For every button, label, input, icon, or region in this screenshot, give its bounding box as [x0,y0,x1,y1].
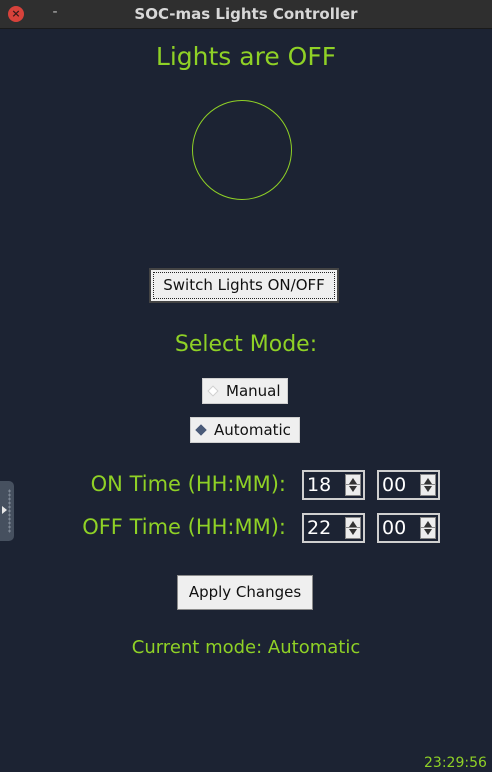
expand-arrow-icon [2,506,7,514]
mode-automatic-label: Automatic [214,421,291,439]
spin-divider [421,527,435,528]
spin-divider [346,484,360,485]
off-hour-spin-arrows[interactable] [345,517,361,539]
on-hour-spinbox[interactable]: 18 [302,470,365,500]
lights-status-text: Lights are OFF [155,42,337,71]
on-hour-value: 18 [307,474,332,496]
spin-down-icon[interactable] [349,486,357,492]
drag-dots-icon [8,489,11,533]
spin-down-icon[interactable] [424,486,432,492]
spin-down-icon[interactable] [349,529,357,535]
mode-manual-label: Manual [226,382,281,400]
mode-automatic-radio[interactable]: Automatic [190,417,300,443]
radio-unselected-icon [207,385,219,397]
on-hour-spin-arrows[interactable] [345,474,361,496]
mode-manual-radio[interactable]: Manual [202,378,288,404]
light-status-circle [192,100,292,200]
on-time-label: ON Time (HH:MM): [90,472,286,496]
off-hour-value: 22 [307,517,332,539]
off-minute-value: 00 [382,517,407,539]
radio-selected-icon [195,424,207,436]
window-title: SOC-mas Lights Controller [134,5,358,23]
select-mode-label: Select Mode: [174,332,318,357]
current-mode-text: Current mode: Automatic [131,637,361,658]
side-panel-handle[interactable] [0,481,14,541]
switch-lights-button[interactable]: Switch Lights ON/OFF [149,268,339,303]
spin-down-icon[interactable] [424,529,432,535]
off-minute-spin-arrows[interactable] [420,517,436,539]
apply-changes-button[interactable]: Apply Changes [177,575,313,610]
off-minute-spinbox[interactable]: 00 [377,513,440,543]
title-bar: × - SOC-mas Lights Controller [0,0,492,29]
off-time-label: OFF Time (HH:MM): [82,515,286,539]
spin-divider [421,484,435,485]
on-minute-spin-arrows[interactable] [420,474,436,496]
clock-text: 23:29:56 [424,755,487,771]
spin-divider [346,527,360,528]
on-minute-spinbox[interactable]: 00 [377,470,440,500]
off-hour-spinbox[interactable]: 22 [302,513,365,543]
on-minute-value: 00 [382,474,407,496]
